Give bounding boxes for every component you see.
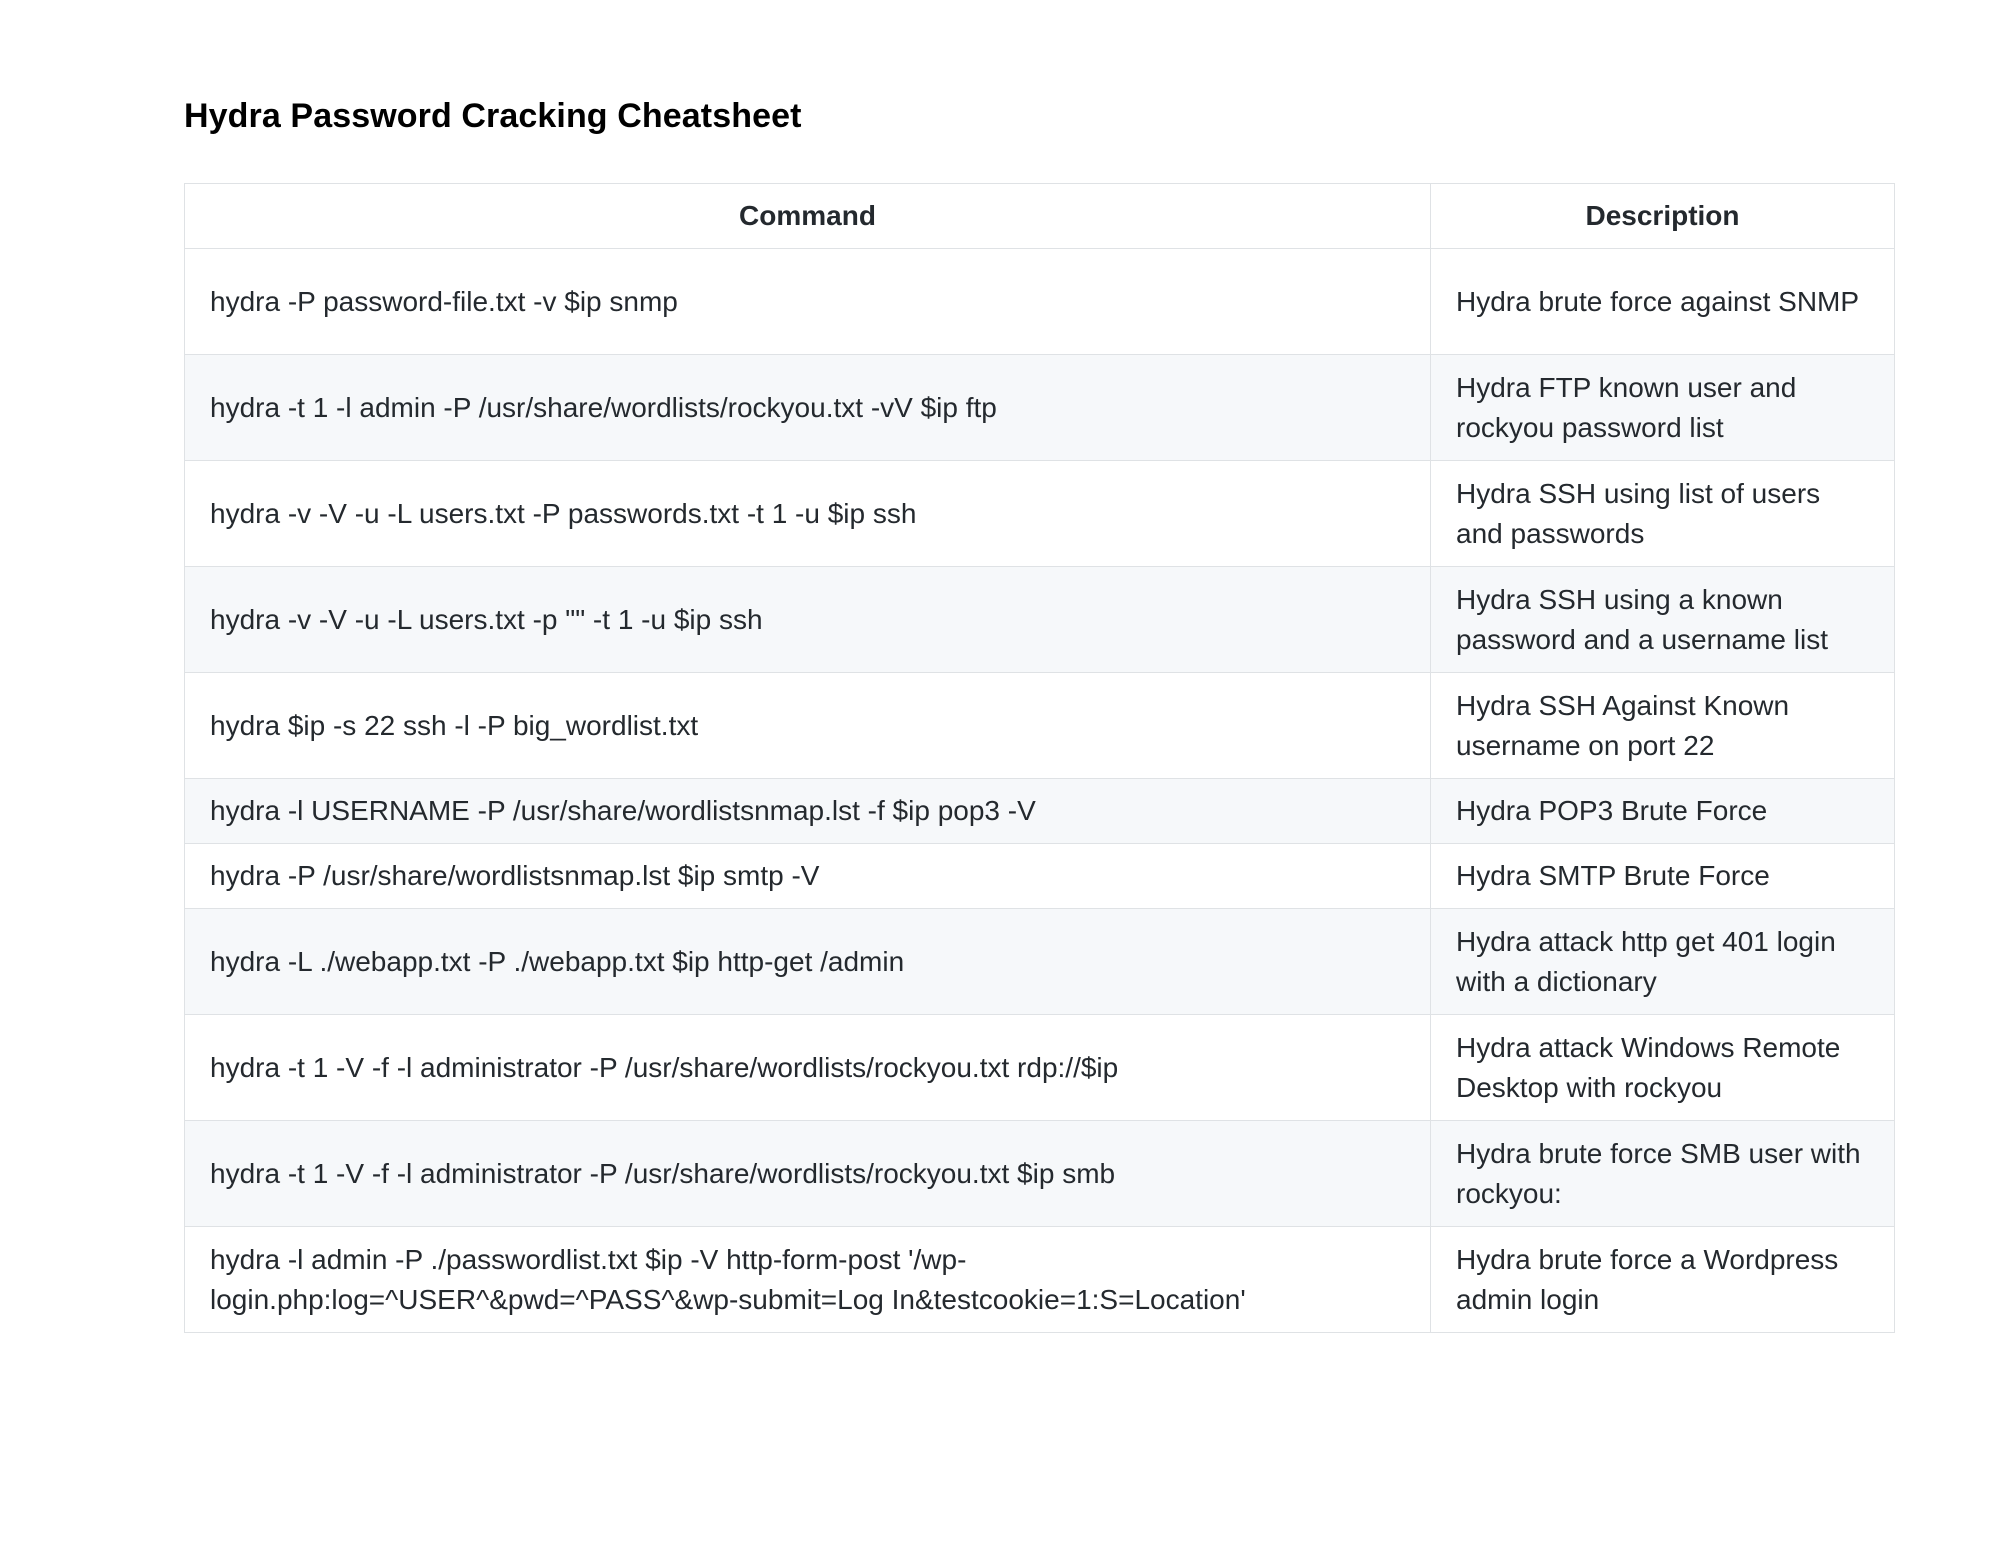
description-cell: Hydra brute force SMB user with rockyou: (1430, 1120, 1895, 1227)
command-cell: hydra -t 1 -V -f -l administrator -P /us… (184, 1120, 1431, 1227)
command-cell: hydra -P password-file.txt -v $ip snmp (184, 248, 1431, 355)
table-row: hydra $ip -s 22 ssh -l -P big_wordlist.t… (184, 672, 1895, 779)
description-cell: Hydra SSH Against Known username on port… (1430, 672, 1895, 779)
description-cell: Hydra brute force a Wordpress admin logi… (1430, 1226, 1895, 1333)
description-cell: Hydra SSH using a known password and a u… (1430, 566, 1895, 673)
table-row: hydra -t 1 -V -f -l administrator -P /us… (184, 1120, 1895, 1227)
table-row: hydra -P password-file.txt -v $ip snmp H… (184, 248, 1895, 355)
column-header-command: Command (184, 183, 1431, 249)
command-cell: hydra -l USERNAME -P /usr/share/wordlist… (184, 778, 1431, 844)
table-header-row: Command Description (184, 183, 1895, 249)
table-row: hydra -t 1 -l admin -P /usr/share/wordli… (184, 354, 1895, 461)
table-row: hydra -v -V -u -L users.txt -P passwords… (184, 460, 1895, 567)
description-cell: Hydra attack Windows Remote Desktop with… (1430, 1014, 1895, 1121)
description-cell: Hydra POP3 Brute Force (1430, 778, 1895, 844)
table-row: hydra -t 1 -V -f -l administrator -P /us… (184, 1014, 1895, 1121)
command-cell: hydra -t 1 -V -f -l administrator -P /us… (184, 1014, 1431, 1121)
table-row: hydra -P /usr/share/wordlistsnmap.lst $i… (184, 843, 1895, 909)
description-cell: Hydra brute force against SNMP (1430, 248, 1895, 355)
table-row: hydra -l admin -P ./passwordlist.txt $ip… (184, 1226, 1895, 1333)
table-row: hydra -L ./webapp.txt -P ./webapp.txt $i… (184, 908, 1895, 1015)
page-title: Hydra Password Cracking Cheatsheet (184, 97, 802, 135)
command-cell: hydra $ip -s 22 ssh -l -P big_wordlist.t… (184, 672, 1431, 779)
command-cell: hydra -v -V -u -L users.txt -P passwords… (184, 460, 1431, 567)
command-cell: hydra -P /usr/share/wordlistsnmap.lst $i… (184, 843, 1431, 909)
description-cell: Hydra SSH using list of users and passwo… (1430, 460, 1895, 567)
document-page: Hydra Password Cracking Cheatsheet Comma… (184, 88, 1895, 1333)
command-cell: hydra -v -V -u -L users.txt -p "" -t 1 -… (184, 566, 1431, 673)
table-row: hydra -l USERNAME -P /usr/share/wordlist… (184, 778, 1895, 844)
description-cell: Hydra FTP known user and rockyou passwor… (1430, 354, 1895, 461)
command-cell: hydra -t 1 -l admin -P /usr/share/wordli… (184, 354, 1431, 461)
table-row: hydra -v -V -u -L users.txt -p "" -t 1 -… (184, 566, 1895, 673)
command-cell: hydra -L ./webapp.txt -P ./webapp.txt $i… (184, 908, 1431, 1015)
command-cell: hydra -l admin -P ./passwordlist.txt $ip… (184, 1226, 1431, 1333)
column-header-description: Description (1430, 183, 1895, 249)
description-cell: Hydra attack http get 401 login with a d… (1430, 908, 1895, 1015)
cheatsheet-table: Command Description hydra -P password-fi… (184, 183, 1895, 1333)
description-cell: Hydra SMTP Brute Force (1430, 843, 1895, 909)
